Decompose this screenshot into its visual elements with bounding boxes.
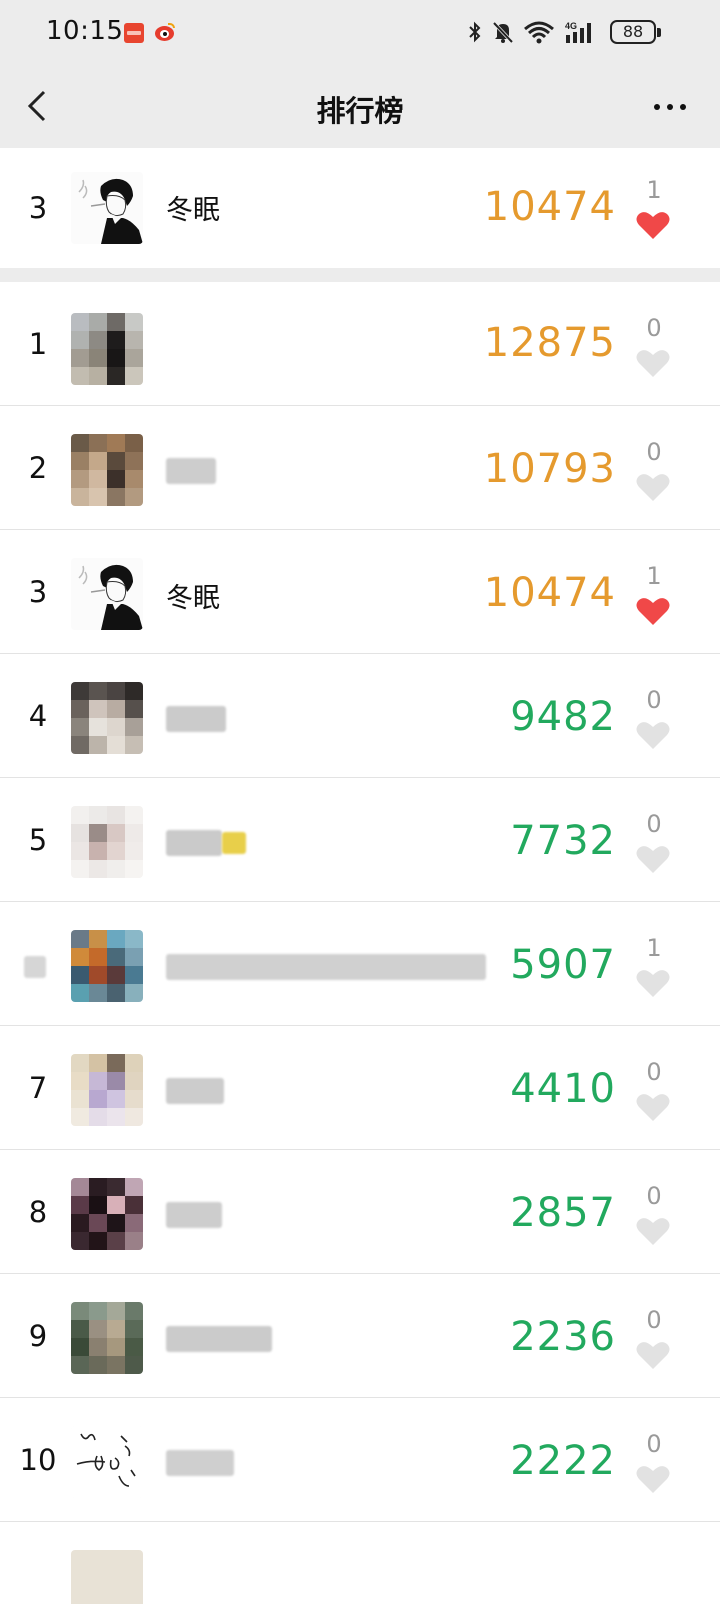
list-item[interactable]: 5 7732 0 [0,778,720,902]
svg-text:4G: 4G [565,21,577,31]
heart-icon[interactable] [636,720,670,750]
rank-number: 8 [28,1194,48,1229]
status-time: 10:15 [46,16,124,46]
like-count: 0 [646,438,662,466]
steps-value: 10474 [483,570,616,616]
mute-bell-icon [492,21,514,44]
list-item[interactable]: 3 冬眠 10474 1 [0,530,720,654]
blurred-emoji [222,832,246,854]
steps-value: 7732 [510,818,616,864]
heart-icon[interactable] [636,844,670,874]
list-item[interactable]: 8 2857 0 [0,1150,720,1274]
avatar[interactable] [71,558,143,630]
avatar[interactable] [71,806,143,878]
my-steps: 10474 [483,184,616,230]
steps-value: 5907 [510,942,616,988]
avatar[interactable] [71,930,143,1002]
my-rank-card[interactable]: 3 冬眠 10474 1 [0,148,720,268]
signal-4g-icon: 4G [565,21,591,43]
heart-icon[interactable] [636,1092,670,1122]
blurred-rank [24,956,46,978]
rank-number: 1 [28,326,48,361]
avatar[interactable] [71,1054,143,1126]
heart-icon[interactable] [636,596,670,626]
heart-icon[interactable] [636,968,670,998]
rank-number: 2 [28,450,48,485]
like-count: 0 [646,810,662,838]
rank-number: 4 [28,698,48,733]
like-count: 0 [646,686,662,714]
user-name: 冬眠 [166,583,220,614]
steps-value: 4410 [510,1066,616,1112]
battery-icon: 88 [610,20,656,44]
blurred-name [166,1326,272,1352]
heart-icon[interactable] [636,348,670,378]
steps-value: 12875 [483,320,616,366]
like-count: 1 [646,934,662,962]
list-item[interactable]: 9 2236 0 [0,1274,720,1398]
bluetooth-icon [469,21,481,43]
like-count: 0 [646,314,662,342]
rank-number: 7 [28,1070,48,1105]
avatar[interactable] [71,1426,143,1498]
heart-icon[interactable] [636,1216,670,1246]
like-count: 1 [646,562,662,590]
avatar[interactable] [71,172,143,244]
blurred-name [166,954,486,980]
rank-number: 9 [28,1318,48,1353]
list-item[interactable]: 5907 1 [0,902,720,1026]
page-title: 排行榜 [316,94,404,128]
steps-value: 2857 [510,1190,616,1236]
weibo-icon [154,23,176,43]
blurred-name [166,1078,224,1104]
heart-icon[interactable] [636,472,670,502]
blurred-name [166,1202,222,1228]
avatar[interactable] [71,682,143,754]
steps-value: 2236 [510,1314,616,1360]
my-rank-number: 3 [28,191,48,225]
wifi-icon [524,21,554,44]
my-name: 冬眠 [166,195,220,226]
blurred-name [166,706,226,732]
heart-icon[interactable] [636,1340,670,1370]
like-count: 0 [646,1430,662,1458]
rank-number: 3 [28,574,48,609]
app-header: 排行榜 [0,64,720,148]
rank-number: 5 [28,822,48,857]
list-item[interactable]: 1 12875 0 [0,282,720,406]
list-item[interactable]: 10 2222 0 [0,1398,720,1522]
avatar[interactable] [71,313,143,385]
blurred-name [166,830,222,856]
blurred-name [166,1450,234,1476]
steps-value: 2222 [510,1438,616,1484]
blurred-name [166,458,216,484]
like-count: 0 [646,1306,662,1334]
list-item[interactable]: 4 9482 0 [0,654,720,778]
list-item[interactable]: 7 4410 0 [0,1026,720,1150]
my-like-count: 1 [646,176,662,204]
like-count: 0 [646,1182,662,1210]
avatar[interactable] [71,1302,143,1374]
battery-tip [657,28,661,37]
rank-number: 10 [19,1442,57,1477]
list-item[interactable] [0,1522,720,1604]
steps-value: 9482 [510,694,616,740]
avatar[interactable] [71,1178,143,1250]
status-bar: 10:15 4G 88 [0,0,720,64]
avatar[interactable] [71,434,143,506]
avatar[interactable] [71,1550,143,1604]
heart-icon[interactable] [636,1464,670,1494]
section-divider [0,268,720,282]
like-count: 0 [646,1058,662,1086]
heart-icon[interactable] [636,210,670,240]
steps-value: 10793 [483,446,616,492]
more-dots-icon[interactable] [654,104,686,112]
list-item[interactable]: 2 10793 0 [0,406,720,530]
app-notification-icon [124,23,144,43]
